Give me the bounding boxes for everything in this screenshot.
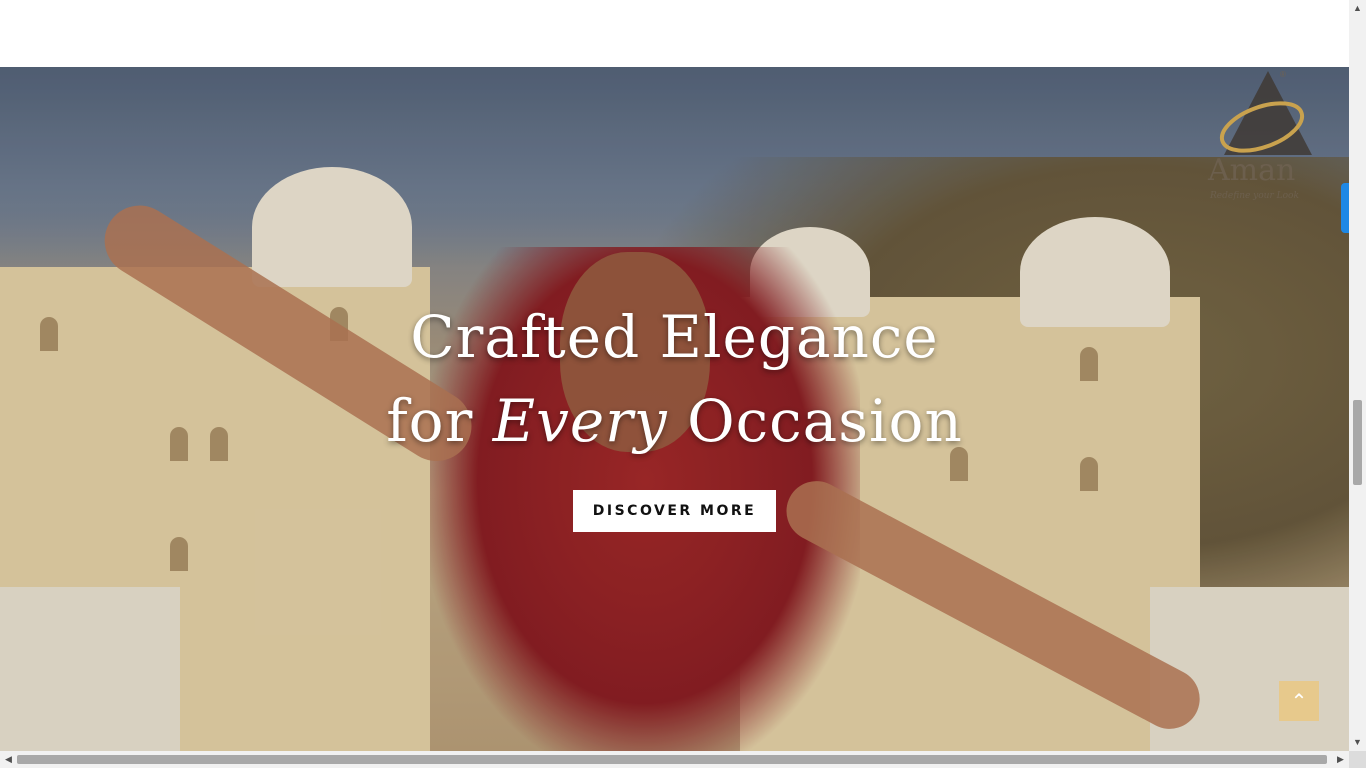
scroll-right-arrow-icon[interactable]: ▶: [1332, 751, 1349, 768]
headline-prefix: for: [386, 387, 493, 455]
hero-headline-line1: Crafted Elegance: [410, 303, 939, 371]
site-header: [0, 0, 1349, 67]
logo-name: Aman: [1208, 153, 1296, 188]
chevron-up-icon: ⌃: [1290, 690, 1308, 713]
scroll-down-arrow-icon[interactable]: ▼: [1349, 734, 1366, 751]
headline-emphasis: Every: [492, 387, 668, 455]
logo-tagline: Redefine your Look: [1210, 191, 1299, 201]
scroll-left-arrow-icon[interactable]: ◀: [0, 751, 17, 768]
hero-banner: Crafted Elegance for Every Occasion DISC…: [0, 67, 1349, 751]
scroll-up-arrow-icon[interactable]: ▲: [1349, 0, 1366, 17]
discover-more-button[interactable]: DISCOVER MORE: [573, 490, 776, 532]
headline-suffix: Occasion: [667, 387, 963, 455]
vertical-scrollbar[interactable]: ▲ ▼: [1349, 0, 1366, 751]
scroll-to-top-button[interactable]: ⌃: [1279, 681, 1319, 721]
horizontal-scrollbar[interactable]: ◀ ▶: [0, 751, 1349, 768]
horizontal-scroll-thumb[interactable]: [17, 755, 1327, 764]
scrollbar-corner: [1349, 751, 1366, 768]
logo-registered-mark: ®: [1280, 70, 1286, 79]
hero-headline-line2: for Every Occasion: [0, 387, 1349, 455]
vertical-scroll-thumb[interactable]: [1353, 400, 1362, 485]
side-feedback-tab[interactable]: [1341, 183, 1349, 233]
